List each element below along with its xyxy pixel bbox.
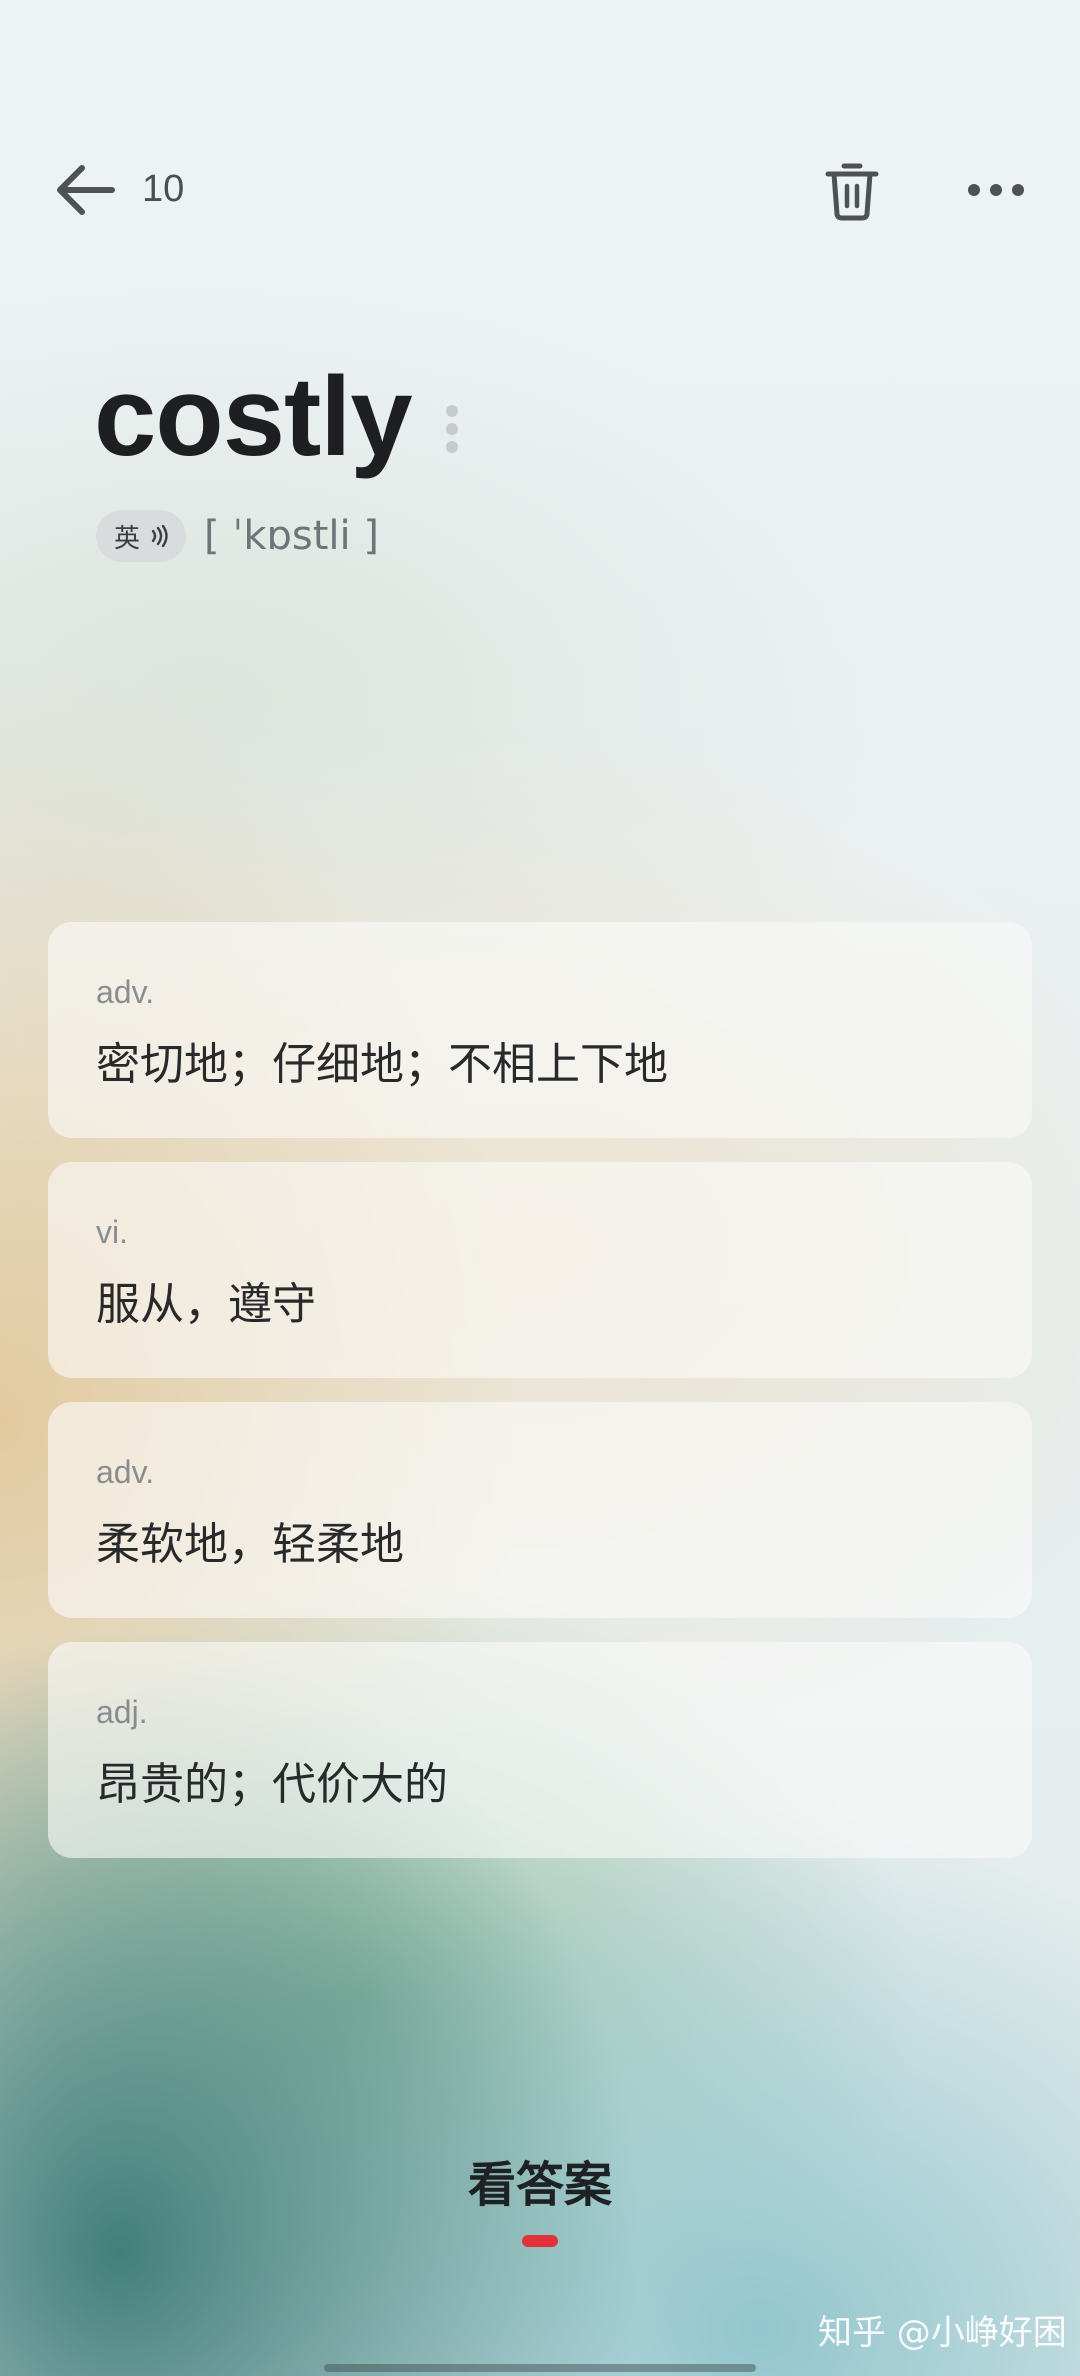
definition-text: 密切地；仔细地；不相上下地 [96,1039,668,1090]
delete-button[interactable] [822,158,882,222]
speaker-icon [151,525,168,547]
more-horizontal-icon [968,184,1024,196]
word-title: costly [94,354,413,479]
show-answer-button[interactable]: 看答案 [390,2150,690,2220]
definition-option-2[interactable]: vi. 服从，遵守 [48,1162,1032,1378]
vertical-dots-icon[interactable] [440,405,464,465]
part-of-speech: adv. [96,974,155,1010]
part-of-speech: adv. [96,1454,155,1490]
part-of-speech: vi. [96,1214,128,1250]
definition-text: 昂贵的；代价大的 [96,1759,448,1810]
pronunciation-lang: 英 [113,523,140,554]
definition-text: 服从，遵守 [96,1279,316,1330]
home-indicator[interactable] [324,2364,756,2372]
definition-text: 柔软地，轻柔地 [96,1519,404,1570]
remaining-count: 10 [142,168,185,210]
more-options-button[interactable] [966,170,1026,210]
watermark: 知乎 @小峥好困 [818,2313,1067,2353]
arrow-left-icon [57,165,115,215]
phonetic-text: [ ˈkɒstli ] [204,513,379,559]
pronunciation-button[interactable]: 英 [96,510,186,562]
trash-icon [825,163,879,221]
answer-indicator [522,2235,558,2247]
definition-option-1[interactable]: adv. 密切地；仔细地；不相上下地 [48,922,1032,1138]
back-button[interactable] [52,160,122,220]
top-bar: 10 [0,150,1080,230]
part-of-speech: adj. [96,1694,148,1730]
definition-option-4[interactable]: adj. 昂贵的；代价大的 [48,1642,1032,1858]
definition-option-3[interactable]: adv. 柔软地，轻柔地 [48,1402,1032,1618]
